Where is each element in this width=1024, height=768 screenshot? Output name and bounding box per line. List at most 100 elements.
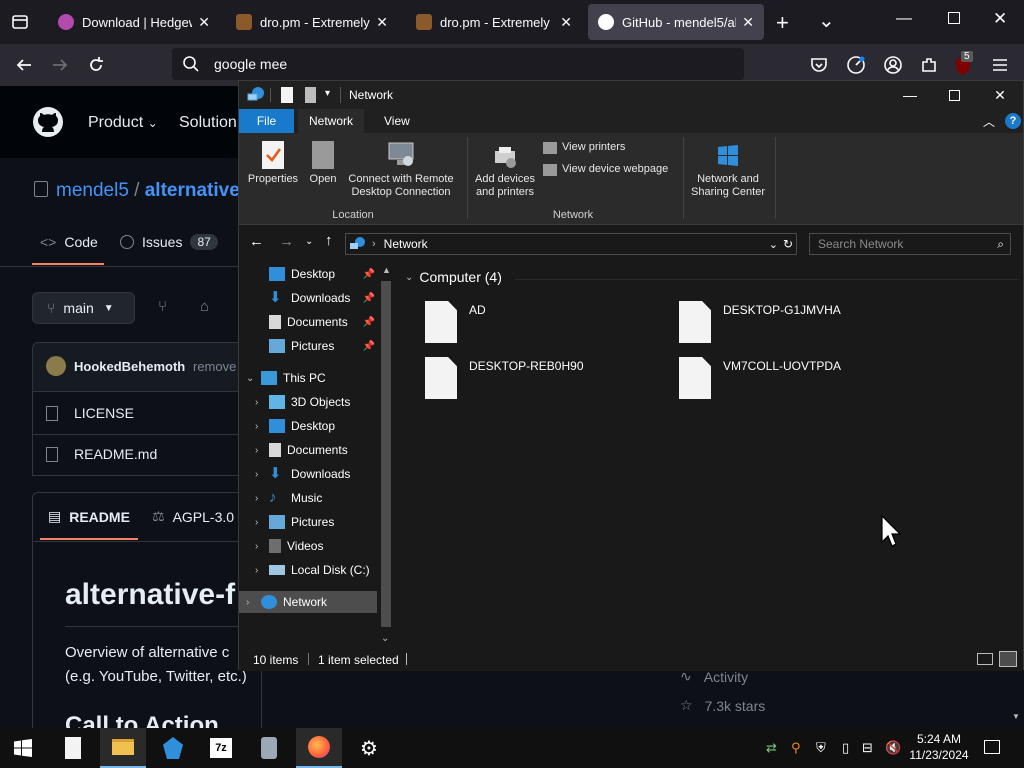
close-tab-icon[interactable]: ✕ — [742, 14, 754, 31]
tags-icon[interactable]: ⌂ — [200, 298, 209, 315]
firefox-icon[interactable] — [296, 728, 342, 768]
repo-name-link[interactable]: alternative — [145, 180, 240, 201]
tab-view[interactable]: View — [372, 109, 422, 133]
settings-gear-icon[interactable]: ⚙ — [346, 728, 392, 768]
view-device-webpage-button[interactable]: View device webpage — [543, 163, 668, 176]
navigation-scrollbar[interactable]: ▲ ⌄ — [379, 265, 395, 649]
scroll-up-icon[interactable]: ▲ — [382, 265, 391, 275]
nav-this-pc[interactable]: ⌄ This PC — [239, 367, 379, 389]
collapsed-chevron-icon[interactable]: › — [255, 541, 258, 552]
file-explorer-taskbar-icon[interactable] — [100, 728, 146, 768]
properties-button[interactable]: Properties — [245, 141, 301, 186]
browser-tab-active[interactable]: GitHub - mendel5/alte ✕ — [588, 4, 764, 40]
extension-speed-icon[interactable] — [846, 55, 866, 75]
computer-item[interactable]: DESKTOP-REB0H90 — [423, 355, 653, 405]
usb-eject-icon[interactable]: ▯ — [842, 740, 849, 756]
page-scroll-down-icon[interactable]: ▼ — [1012, 712, 1020, 721]
nav-pictures[interactable]: › Pictures — [239, 511, 379, 533]
nav-quick-pictures[interactable]: Pictures 📌 — [239, 335, 379, 357]
avatar[interactable] — [46, 356, 66, 376]
close-browser-button[interactable]: ✕ — [993, 9, 1007, 29]
maximize-button[interactable] — [931, 81, 977, 109]
new-tab-button[interactable]: + — [776, 10, 789, 36]
computer-item[interactable]: VM7COLL-UOVTPDA — [677, 355, 907, 405]
group-header-computer[interactable]: ⌄ Computer (4) — [405, 269, 502, 285]
nav-quick-documents[interactable]: Documents 📌 — [239, 311, 379, 333]
volume-muted-icon[interactable]: 🔇 — [885, 740, 901, 756]
repo-tab-code[interactable]: <> Code — [40, 234, 98, 250]
open-button[interactable]: Open — [305, 141, 341, 186]
collapsed-chevron-icon[interactable]: › — [255, 421, 258, 432]
properties-qat-icon[interactable] — [281, 87, 293, 103]
collapsed-chevron-icon[interactable]: › — [255, 565, 258, 576]
file-row[interactable]: README.md — [46, 446, 157, 462]
add-devices-button[interactable]: Add devices and printers — [471, 145, 539, 199]
network-drive-icon[interactable]: ⇄ — [766, 740, 777, 756]
nav-desktop[interactable]: › Desktop — [239, 415, 379, 437]
nav-quick-downloads[interactable]: ⬇ Downloads 📌 — [239, 287, 379, 309]
nav-documents[interactable]: › Documents — [239, 439, 379, 461]
minimize-browser-button[interactable]: — — [896, 10, 912, 28]
branches-icon[interactable]: ⑂ — [158, 298, 167, 315]
new-folder-qat-icon[interactable] — [305, 87, 316, 103]
recent-locations-icon[interactable]: ⌄ — [305, 236, 313, 247]
close-tab-icon[interactable]: ✕ — [198, 14, 210, 31]
qat-dropdown-icon[interactable]: ▾ — [325, 88, 330, 99]
collapsed-chevron-icon[interactable]: › — [255, 517, 258, 528]
bookmark-pocket-icon[interactable] — [810, 56, 828, 74]
close-tab-icon[interactable]: ✕ — [376, 14, 388, 31]
license-tab[interactable]: ⚖ AGPL-3.0 — [152, 508, 234, 525]
branch-select-button[interactable]: ⑂ main ▼ — [32, 292, 135, 324]
url-bar[interactable]: google mee — [172, 48, 744, 80]
nav-downloads[interactable]: › ⬇ Downloads — [239, 463, 379, 485]
refresh-icon[interactable]: ↻ — [783, 237, 793, 251]
back-arrow-icon[interactable]: ← — [249, 233, 264, 250]
collapsed-chevron-icon[interactable]: › — [255, 397, 258, 408]
scrollbar-thumb[interactable] — [381, 281, 391, 627]
7zip-icon[interactable]: 7z — [198, 728, 244, 768]
menu-icon[interactable] — [991, 57, 1009, 73]
stars-link[interactable]: ☆ 7.3k stars — [680, 697, 765, 714]
extensions-puzzle-icon[interactable] — [919, 55, 939, 75]
collapsed-chevron-icon[interactable]: › — [255, 469, 258, 480]
commit-author[interactable]: HookedBehemoth — [74, 359, 185, 374]
address-bar[interactable]: › Network ⌄ ↻ — [345, 233, 797, 255]
up-arrow-icon[interactable]: ↑ — [325, 232, 333, 249]
network-tool-icon[interactable] — [150, 728, 196, 768]
close-tab-icon[interactable]: ✕ — [560, 14, 572, 31]
collapsed-chevron-icon[interactable]: › — [246, 597, 249, 608]
repo-tab-issues[interactable]: Issues 87 — [120, 234, 218, 250]
help-icon[interactable]: ? — [1005, 113, 1021, 129]
search-field[interactable]: Search Network ⌕ — [809, 233, 1011, 255]
connect-remote-desktop-button[interactable]: Connect with Remote Desktop Connection — [343, 141, 459, 199]
back-icon[interactable] — [11, 52, 37, 78]
tab-overview-icon[interactable] — [8, 10, 32, 34]
close-button[interactable]: ✕ — [977, 81, 1023, 109]
minimize-button[interactable]: — — [887, 81, 933, 109]
collapsed-chevron-icon[interactable]: › — [255, 493, 258, 504]
search-tool-icon[interactable]: ⚲ — [791, 740, 801, 756]
nav-music[interactable]: › ♪ Music — [239, 487, 379, 509]
view-printers-button[interactable]: View printers — [543, 141, 625, 154]
details-view-icon[interactable] — [977, 653, 993, 665]
group-collapse-icon[interactable]: ⌄ — [405, 272, 413, 283]
defender-shield-icon[interactable]: ⛨ — [816, 740, 826, 756]
tab-file[interactable]: File — [239, 109, 294, 133]
forward-arrow-icon[interactable]: → — [279, 233, 294, 250]
repo-owner-link[interactable]: mendel5 — [56, 180, 129, 201]
large-icons-view-icon[interactable] — [999, 651, 1017, 667]
computer-item[interactable]: AD — [423, 299, 653, 349]
account-icon[interactable] — [883, 55, 903, 75]
browser-tab[interactable]: Download | Hedgewars ✕ — [48, 4, 220, 40]
expanded-chevron-icon[interactable]: ⌄ — [246, 373, 254, 384]
commit-message[interactable]: remove — [193, 359, 236, 374]
list-all-tabs-button[interactable]: ⌄ — [818, 8, 835, 33]
scroll-down-icon[interactable]: ⌄ — [381, 633, 389, 644]
nav-quick-desktop[interactable]: Desktop 📌 — [239, 263, 379, 285]
notepad-icon[interactable] — [50, 728, 96, 768]
forward-icon[interactable] — [47, 52, 73, 78]
tab-network[interactable]: Network — [298, 109, 364, 133]
nav-videos[interactable]: › Videos — [239, 535, 379, 557]
nav-local-disk[interactable]: › Local Disk (C:) — [239, 559, 379, 581]
nav-solutions[interactable]: Solution — [179, 114, 237, 132]
